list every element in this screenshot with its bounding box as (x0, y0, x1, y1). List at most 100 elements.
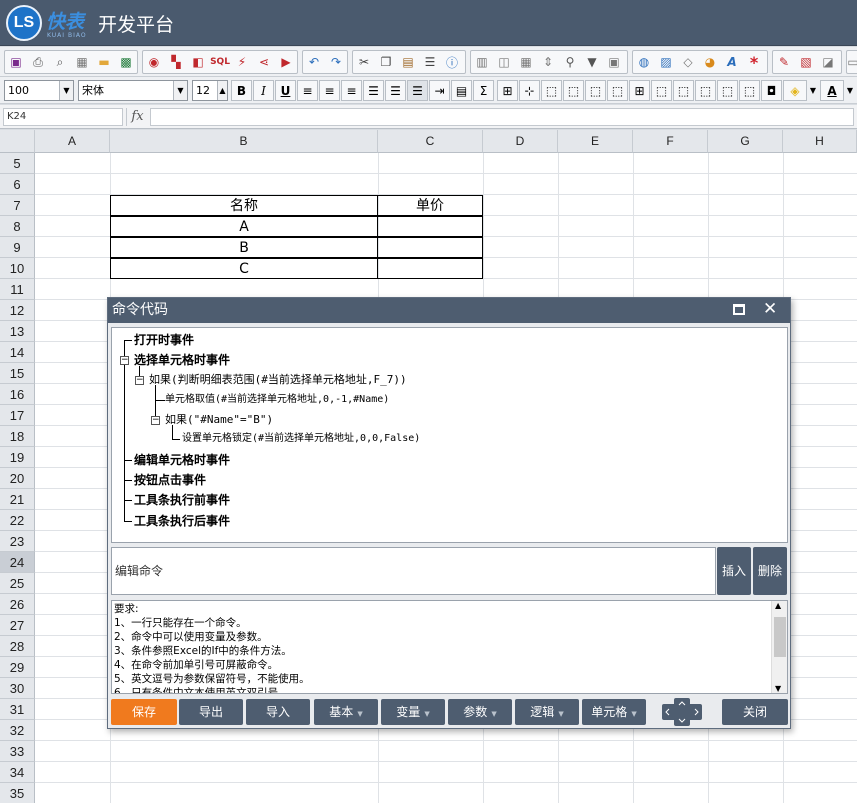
scroll-down-icon[interactable]: ▼ (775, 684, 781, 693)
wand-icon[interactable]: ⚡ (231, 51, 253, 73)
open-folder-icon[interactable]: ▬ (93, 51, 115, 73)
maximize-icon[interactable] (733, 304, 745, 315)
grid-row[interactable] (35, 783, 857, 803)
chevron-down-icon[interactable]: ▼ (809, 80, 817, 101)
requirements-scrollbar[interactable]: ▲ ▼ (771, 601, 787, 693)
excel-icon[interactable]: ▩ (115, 51, 137, 73)
tree-node-if-range[interactable]: 如果(判断明细表范围(#当前选择单元格地址,F_7)) (149, 372, 407, 388)
table-cell[interactable]: B (110, 237, 378, 258)
border-box-icon[interactable]: ◘ (761, 80, 782, 101)
cut-icon[interactable]: ✂ (353, 51, 375, 73)
column-header[interactable]: A (35, 130, 110, 153)
wrap-text-icon[interactable]: ⇥ (429, 80, 450, 101)
edit-tool-icon[interactable]: ✎ (773, 51, 795, 73)
border-right-icon[interactable]: ⬚ (673, 80, 694, 101)
border-top-icon[interactable]: ⬚ (651, 80, 672, 101)
row-header[interactable]: 11 (0, 279, 35, 300)
tree-node-toolbar-before-event[interactable]: 工具条执行前事件 (134, 492, 230, 508)
column-header[interactable]: G (708, 130, 783, 153)
chevron-down-icon[interactable]: ▼ (845, 80, 855, 101)
edit-command-input[interactable]: 编辑命令 (111, 547, 716, 595)
border-all-icon[interactable]: ⊞ (497, 80, 518, 101)
spin-icon[interactable]: ▲ (217, 81, 227, 100)
align-left-icon[interactable]: ≡ (297, 80, 318, 101)
row-header[interactable]: 8 (0, 216, 35, 237)
grid-row[interactable] (35, 762, 857, 783)
bold-button[interactable]: B (231, 80, 252, 101)
web-icon[interactable]: ◍ (633, 51, 655, 73)
font-color-button[interactable]: A (820, 80, 844, 101)
row-header[interactable]: 35 (0, 783, 35, 803)
delete-button[interactable]: 删除 (753, 547, 787, 595)
row-header[interactable]: 12 (0, 300, 35, 321)
share-icon[interactable]: ⋖ (253, 51, 275, 73)
border-horizontal-icon[interactable]: ⬚ (563, 80, 584, 101)
row-header[interactable]: 27 (0, 615, 35, 636)
collapse-icon[interactable]: − (151, 416, 160, 425)
grid-icon[interactable]: ▦ (71, 51, 93, 73)
collapse-icon[interactable]: − (135, 376, 144, 385)
cell-menu-button[interactable]: 单元格 ▼ (582, 699, 646, 725)
print-preview-icon[interactable]: ⌕ (49, 51, 71, 73)
row-header[interactable]: 14 (0, 342, 35, 363)
font-select[interactable]: 宋体 ▼ (78, 80, 188, 101)
row-header[interactable]: 24 (0, 552, 35, 573)
grid-row[interactable] (35, 174, 857, 195)
grid-row[interactable] (35, 741, 857, 762)
redo-icon[interactable]: ↷ (325, 51, 347, 73)
more-icon[interactable]: ▭ (847, 51, 857, 73)
table-cell[interactable] (377, 216, 483, 237)
scroll-up-icon[interactable]: ▲ (775, 601, 781, 610)
table-cell[interactable] (377, 258, 483, 279)
column-header[interactable]: C (378, 130, 483, 153)
border-none-icon[interactable]: ⬚ (541, 80, 562, 101)
scrollbar-thumb[interactable] (774, 617, 786, 657)
image-icon[interactable]: ▨ (655, 51, 677, 73)
row-header[interactable]: 15 (0, 363, 35, 384)
lock-icon[interactable]: ◉ (143, 51, 165, 73)
row-header[interactable]: 28 (0, 636, 35, 657)
row-header[interactable]: 20 (0, 468, 35, 489)
row-header[interactable]: 34 (0, 762, 35, 783)
filter-icon[interactable]: ▼ (581, 51, 603, 73)
row-header[interactable]: 23 (0, 531, 35, 552)
collapse-icon[interactable]: − (120, 356, 129, 365)
paste-icon[interactable]: ▤ (397, 51, 419, 73)
row-header[interactable]: 7 (0, 195, 35, 216)
requirements-box[interactable]: 要求: 1、一行只能存在一个命令。 2、命令中可以使用变量及参数。 3、条件参照… (111, 600, 788, 694)
merge-icon[interactable]: ▤ (451, 80, 472, 101)
tree-node-get-value[interactable]: 单元格取值(#当前选择单元格地址,0,-1,#Name) (165, 392, 389, 408)
find-icon[interactable]: ⚲ (559, 51, 581, 73)
table-cell[interactable]: C (110, 258, 378, 279)
direction-pad[interactable] (660, 698, 704, 726)
sql-icon[interactable]: SQL (209, 51, 231, 73)
tree-node-lock-cell[interactable]: 设置单元格锁定(#当前选择单元格地址,0,0,False) (182, 431, 420, 447)
eraser-icon[interactable]: ◪ (817, 51, 839, 73)
formula-input[interactable] (150, 108, 854, 126)
insert-button[interactable]: 插入 (717, 547, 751, 595)
save-button[interactable]: 保存 (111, 699, 177, 725)
row-header[interactable]: 32 (0, 720, 35, 741)
tree-node-toolbar-after-event[interactable]: 工具条执行后事件 (134, 513, 230, 529)
table-cell[interactable]: A (110, 216, 378, 237)
border-left-icon[interactable]: ⊞ (629, 80, 650, 101)
row-header[interactable]: 18 (0, 426, 35, 447)
row-header[interactable]: 26 (0, 594, 35, 615)
border-vertical-icon[interactable]: ⬚ (585, 80, 606, 101)
chevron-down-icon[interactable]: ▼ (173, 81, 187, 100)
row-header[interactable]: 33 (0, 741, 35, 762)
zoom-select[interactable]: 100 ▼ (4, 80, 74, 101)
variable-menu-button[interactable]: 变量 ▼ (381, 699, 445, 725)
undo-icon[interactable]: ↶ (303, 51, 325, 73)
underline-button[interactable]: U (275, 80, 296, 101)
align-bottom-icon[interactable]: ☰ (407, 80, 428, 101)
row-header[interactable]: 21 (0, 489, 35, 510)
select-all-corner[interactable] (0, 130, 35, 153)
column-header[interactable]: H (783, 130, 857, 153)
row-header[interactable]: 10 (0, 258, 35, 279)
checker-icon[interactable]: ▚ (165, 51, 187, 73)
border-bottom-icon[interactable]: ⬚ (695, 80, 716, 101)
sort-icon[interactable]: ⇕ (537, 51, 559, 73)
row-header[interactable]: 22 (0, 510, 35, 531)
close-button[interactable]: 关闭 (722, 699, 788, 725)
